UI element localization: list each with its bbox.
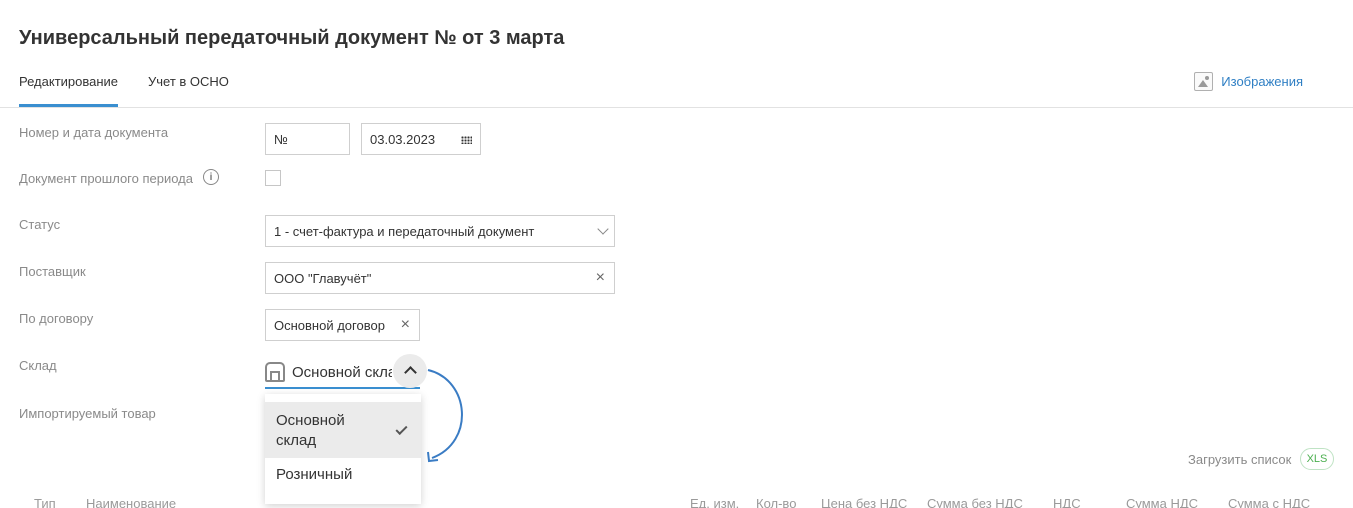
past-period-row: Документ прошлого периода i	[19, 169, 219, 186]
info-icon[interactable]: i	[203, 169, 219, 185]
curved-arrow-icon	[427, 369, 463, 463]
check-icon	[395, 422, 408, 436]
image-icon	[1194, 72, 1214, 91]
page-title: Универсальный передаточный документ № от…	[19, 27, 565, 49]
status-select[interactable]: 1 - счет-фактура и передаточный документ	[265, 215, 615, 247]
doc-date-input[interactable]: 03.03.2023	[361, 123, 481, 155]
column-header-quantity: Кол-во	[756, 496, 797, 508]
doc-number-label: Номер и дата документа	[19, 125, 169, 140]
imported-goods-label: Импортируемый товар	[19, 406, 156, 421]
column-header-vat: НДС	[1053, 496, 1081, 508]
past-period-checkbox[interactable]	[265, 170, 281, 186]
warehouse-dropdown: Основной склад Розничный	[265, 394, 421, 504]
column-header-vat-sum: Сумма НДС	[1126, 496, 1199, 508]
warehouse-icon	[265, 362, 285, 382]
calendar-icon[interactable]	[461, 136, 472, 144]
column-header-sum-with-vat: Сумма с НДС	[1228, 496, 1311, 508]
column-header-price-no-vat: Цена без НДС	[821, 496, 908, 508]
supplier-field[interactable]: ООО "Главучёт" ×	[265, 262, 615, 294]
doc-date-value: 03.03.2023	[370, 131, 436, 147]
warehouse-option-label: Основной склад	[276, 412, 345, 449]
close-icon[interactable]: ×	[596, 270, 605, 286]
images-link-label: Изображения	[1221, 74, 1303, 89]
tab-editing[interactable]: Редактирование	[19, 74, 119, 107]
images-link[interactable]: Изображения	[1194, 72, 1303, 91]
load-list-label[interactable]: Загрузить список	[1188, 452, 1291, 467]
close-icon[interactable]: ×	[401, 317, 410, 333]
column-header-sum-no-vat: Сумма без НДС	[927, 496, 1023, 508]
warehouse-option-label: Розничный	[276, 466, 353, 483]
warehouse-label: Склад	[19, 358, 57, 373]
warehouse-option-main[interactable]: Основной склад	[265, 402, 421, 458]
xls-badge[interactable]: XLS	[1300, 448, 1334, 470]
column-header-type: Тип	[34, 496, 56, 508]
contract-value: Основной договор	[274, 317, 385, 333]
past-period-label: Документ прошлого периода	[19, 170, 193, 186]
supplier-value: ООО "Главучёт"	[274, 270, 372, 286]
column-header-name: Наименование	[86, 496, 177, 508]
status-label: Статус	[19, 217, 61, 232]
doc-number-value: №	[274, 131, 288, 147]
warehouse-option-retail[interactable]: Розничный	[265, 458, 421, 494]
warehouse-value: Основной склад	[292, 363, 392, 381]
tab-bar: Редактирование Учет в ОСНО Изображения	[0, 62, 1353, 108]
supplier-label: Поставщик	[19, 264, 86, 279]
column-header-unit: Ед. изм.	[690, 496, 740, 508]
doc-number-input[interactable]: №	[265, 123, 350, 155]
tab-osno-accounting[interactable]: Учет в ОСНО	[148, 74, 229, 89]
status-value: 1 - счет-фактура и передаточный документ	[274, 223, 535, 239]
contract-field[interactable]: Основной договор ×	[265, 309, 420, 341]
chevron-down-icon	[597, 223, 609, 235]
contract-label: По договору	[19, 311, 94, 326]
